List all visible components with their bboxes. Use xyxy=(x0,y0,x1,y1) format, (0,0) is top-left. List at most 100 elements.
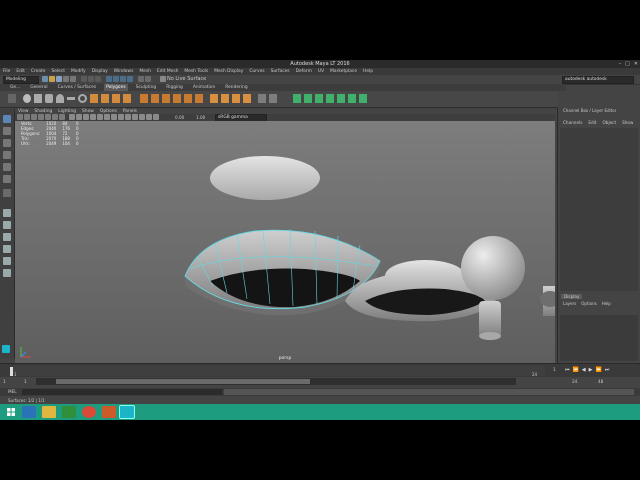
shelf-tab-polygons[interactable]: Polygons xyxy=(104,84,128,91)
poly-cone-icon[interactable] xyxy=(56,94,64,103)
snap-point-icon[interactable] xyxy=(120,76,126,82)
undo-icon[interactable] xyxy=(63,76,69,82)
live-surface-icon[interactable] xyxy=(160,76,166,82)
open-scene-icon[interactable] xyxy=(49,76,55,82)
mode-dropdown[interactable]: Modeling xyxy=(3,76,39,84)
move-tool-icon[interactable] xyxy=(3,151,11,159)
menu-edit[interactable]: Edit xyxy=(16,69,25,74)
maya-taskbar-icon[interactable] xyxy=(119,405,135,419)
xray-components-icon[interactable] xyxy=(153,114,159,120)
camera-icon[interactable] xyxy=(17,114,23,120)
uv-auto-icon[interactable] xyxy=(326,94,334,103)
shelf-options-icon[interactable] xyxy=(8,94,16,103)
bevel-icon[interactable] xyxy=(162,94,170,103)
account-dropdown[interactable]: autodesk autodesk xyxy=(562,76,634,84)
start-button[interactable] xyxy=(4,406,18,418)
extrude-icon[interactable] xyxy=(140,94,148,103)
menu-mesh-tools[interactable]: Mesh Tools xyxy=(184,69,208,74)
menu-curves[interactable]: Curves xyxy=(249,69,264,74)
maximize-button[interactable]: □ xyxy=(625,61,630,67)
menu-create[interactable]: Create xyxy=(31,69,46,74)
current-frame-field[interactable]: 1 xyxy=(553,367,556,372)
time-ruler[interactable] xyxy=(10,366,545,376)
select-hierarchy-icon[interactable] xyxy=(81,76,87,82)
select-component-icon[interactable] xyxy=(95,76,101,82)
textured-icon[interactable] xyxy=(90,114,96,120)
step-back-icon[interactable]: ⏪ xyxy=(573,367,579,373)
menu-edit-mesh[interactable]: Edit Mesh xyxy=(157,69,178,74)
file-explorer-icon[interactable] xyxy=(42,406,56,418)
vp-menu-show[interactable]: Show xyxy=(82,109,94,114)
media-app-icon[interactable] xyxy=(102,406,116,418)
antialiasing-icon[interactable] xyxy=(125,114,131,120)
exposure-value[interactable]: 0.00 xyxy=(175,115,184,120)
menu-deform[interactable]: Deform xyxy=(296,69,312,74)
partial-mesh[interactable] xyxy=(540,286,555,316)
play-back-icon[interactable]: ◀ xyxy=(582,367,586,373)
camera-attr-icon[interactable] xyxy=(24,114,30,120)
range-inner-start-field[interactable]: 1 xyxy=(24,379,27,384)
poly-sphere-icon[interactable] xyxy=(23,94,31,103)
shelf-tab-rendering[interactable]: Rendering xyxy=(223,84,249,91)
poly-plane-icon[interactable] xyxy=(67,97,75,100)
render-icon[interactable] xyxy=(145,76,151,82)
command-language-label[interactable]: MEL xyxy=(8,389,17,394)
motion-blur-icon[interactable] xyxy=(118,114,124,120)
lasso-tool-icon[interactable] xyxy=(3,127,11,135)
last-tool-icon[interactable] xyxy=(3,189,11,197)
menu-help[interactable]: Help xyxy=(363,69,373,74)
select-tool-icon[interactable] xyxy=(3,115,11,123)
current-frame-marker[interactable] xyxy=(10,367,13,376)
snap-curve-icon[interactable] xyxy=(113,76,119,82)
chrome-icon[interactable] xyxy=(82,406,96,418)
excel-icon[interactable] xyxy=(62,406,76,418)
connect-icon[interactable] xyxy=(221,94,229,103)
save-scene-icon[interactable] xyxy=(56,76,62,82)
internet-explorer-icon[interactable] xyxy=(22,406,36,418)
minimize-button[interactable]: – xyxy=(619,61,622,67)
wireframe-on-shaded-icon[interactable] xyxy=(83,114,89,120)
layer-menu-help[interactable]: Help xyxy=(602,301,611,306)
separate-icon[interactable] xyxy=(101,94,109,103)
shelf-tab-ge[interactable]: Ge... xyxy=(8,84,22,91)
snap-surface-icon[interactable] xyxy=(127,76,133,82)
menu-surfaces[interactable]: Surfaces xyxy=(271,69,290,74)
smooth-shade-icon[interactable] xyxy=(76,114,82,120)
combine-icon[interactable] xyxy=(90,94,98,103)
fill-hole-icon[interactable] xyxy=(184,94,192,103)
menu-uv[interactable]: UV xyxy=(318,69,324,74)
vp-menu-view[interactable]: View xyxy=(18,109,28,114)
target-weld-icon[interactable] xyxy=(210,94,218,103)
offset-edge-loop-icon[interactable] xyxy=(243,94,251,103)
scale-tool-icon[interactable] xyxy=(3,175,11,183)
shelf-tab-general[interactable]: General xyxy=(28,84,49,91)
xray-icon[interactable] xyxy=(139,114,145,120)
cb-menu-show[interactable]: Show xyxy=(622,120,633,125)
bookmark-icon[interactable] xyxy=(31,114,37,120)
select-object-icon[interactable] xyxy=(88,76,94,82)
resolution-gate-icon[interactable] xyxy=(59,114,65,120)
selected-ring-mesh[interactable] xyxy=(184,156,381,316)
layer-menu-options[interactable]: Options xyxy=(581,301,596,306)
snap-grid-icon[interactable] xyxy=(106,76,112,82)
knob-mesh[interactable] xyxy=(461,236,525,340)
close-button[interactable]: ✕ xyxy=(634,61,638,67)
wireframe-icon[interactable] xyxy=(69,114,75,120)
menu-modify[interactable]: Modify xyxy=(71,69,86,74)
playback-end-field[interactable]: 24 xyxy=(572,379,577,384)
cb-menu-edit[interactable]: Edit xyxy=(588,120,596,125)
uv-layout-icon[interactable] xyxy=(348,94,356,103)
vp-menu-panels[interactable]: Panels xyxy=(123,109,137,114)
persp-graph-icon[interactable] xyxy=(3,245,11,253)
smooth-icon[interactable] xyxy=(112,94,120,103)
insert-edge-loop-icon[interactable] xyxy=(232,94,240,103)
step-forward-icon[interactable]: ⏩ xyxy=(595,367,601,373)
vp-menu-options[interactable]: Options xyxy=(100,109,117,114)
perspective-viewport[interactable]: Verts: 1020 84 0 Edges: 2040 176 0 Polyg… xyxy=(15,121,555,363)
persp-hypershade-icon[interactable] xyxy=(3,257,11,265)
film-gate-icon[interactable] xyxy=(52,114,58,120)
poly-cylinder-icon[interactable] xyxy=(45,94,53,103)
range-slider-handle[interactable] xyxy=(56,379,310,384)
outliner-icon[interactable] xyxy=(3,269,11,277)
paint-icon[interactable] xyxy=(258,94,266,103)
